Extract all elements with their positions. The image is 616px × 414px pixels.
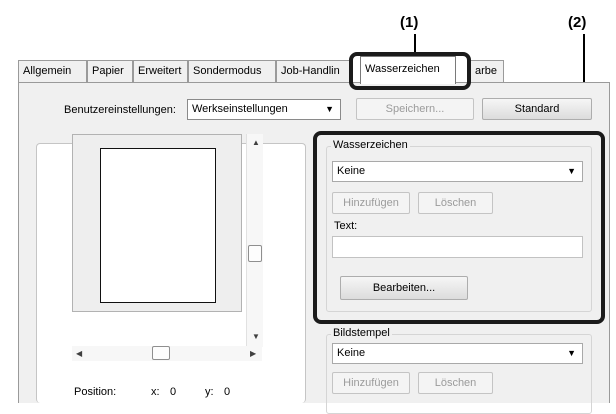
chevron-down-icon: ▼ — [567, 166, 576, 176]
image-stamp-select[interactable]: Keine ▼ — [332, 343, 583, 364]
vertical-scroll-thumb[interactable] — [248, 245, 262, 262]
watermark-select[interactable]: Keine ▼ — [332, 161, 583, 182]
image-stamp-group-label: Bildstempel — [331, 327, 392, 339]
arrow-left-icon[interactable]: ◀ — [76, 349, 82, 358]
position-x-value: 0 — [170, 386, 177, 398]
position-label: Position: — [74, 386, 117, 398]
tab-allgemein[interactable]: Allgemein — [18, 60, 87, 82]
tab-papier[interactable]: Papier — [87, 60, 133, 82]
tab-sondermodus[interactable]: Sondermodus — [188, 60, 276, 82]
tab-farbe[interactable]: arbe — [470, 60, 504, 82]
user-settings-value: Werkseinstellungen — [192, 103, 288, 115]
watermark-text-field[interactable] — [332, 236, 583, 258]
watermark-add-button[interactable]: Hinzufügen — [332, 192, 410, 214]
tab-wasserzeichen[interactable]: Wasserzeichen — [360, 56, 456, 84]
standard-button[interactable]: Standard — [482, 98, 592, 120]
callout-label-2: (2) — [568, 14, 587, 31]
watermark-select-value: Keine — [337, 165, 366, 177]
arrow-up-icon[interactable]: ▲ — [252, 138, 260, 147]
callout-label-1: (1) — [400, 14, 419, 31]
callout-leader-1 — [414, 34, 416, 54]
tab-erweitert[interactable]: Erweitert — [133, 60, 188, 82]
save-button[interactable]: Speichern... — [356, 98, 474, 120]
position-x-label: x: — [151, 386, 160, 398]
image-stamp-select-value: Keine — [337, 347, 366, 359]
chevron-down-icon: ▼ — [567, 348, 576, 358]
watermark-edit-button[interactable]: Bearbeiten... — [340, 276, 468, 300]
watermark-group-label: Wasserzeichen — [331, 139, 410, 151]
vertical-scrollbar[interactable]: ▲ ▼ — [246, 134, 263, 347]
position-y-label: y: — [205, 386, 214, 398]
watermark-text-label: Text: — [334, 220, 358, 232]
preview-page — [100, 148, 216, 303]
horizontal-scrollbar[interactable]: ◀ ▶ — [72, 346, 262, 361]
image-stamp-delete-button[interactable]: Löschen — [418, 372, 493, 394]
arrow-right-icon[interactable]: ▶ — [250, 349, 256, 358]
user-settings-label: Benutzereinstellungen: — [64, 104, 176, 116]
position-y-value: 0 — [224, 386, 231, 398]
user-settings-select[interactable]: Werkseinstellungen ▼ — [187, 99, 341, 120]
image-stamp-add-button[interactable]: Hinzufügen — [332, 372, 410, 394]
tab-job-handling[interactable]: Job-Handlin — [276, 60, 352, 82]
horizontal-scroll-thumb[interactable] — [152, 346, 170, 360]
arrow-down-icon[interactable]: ▼ — [252, 332, 260, 341]
chevron-down-icon: ▼ — [325, 104, 334, 114]
watermark-delete-button[interactable]: Löschen — [418, 192, 493, 214]
